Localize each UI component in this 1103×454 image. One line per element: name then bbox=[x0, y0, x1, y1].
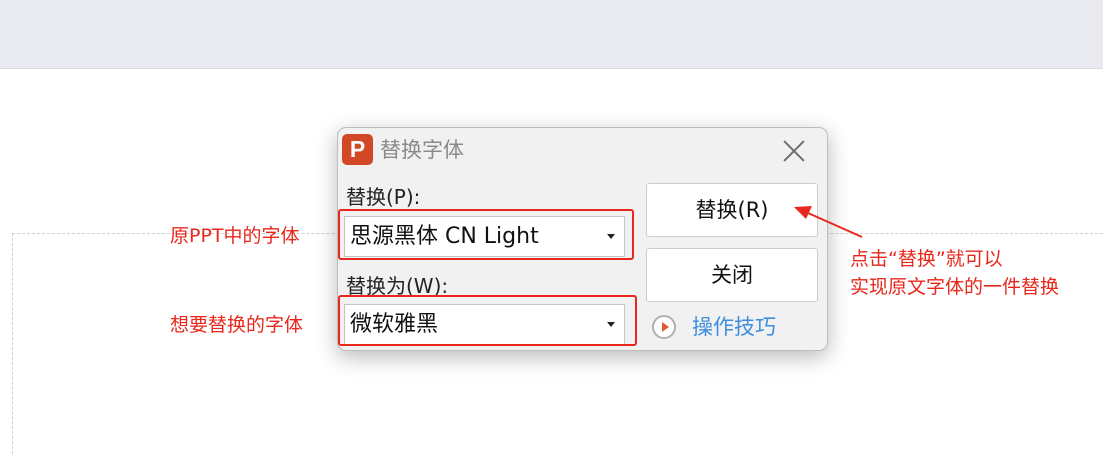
target-font-highlight bbox=[338, 295, 637, 346]
original-font-highlight bbox=[338, 209, 634, 260]
play-circle-icon bbox=[652, 315, 676, 339]
tips-link-label: 操作技巧 bbox=[692, 315, 776, 339]
presentation-app-icon: P bbox=[342, 134, 373, 165]
hint-annotation-line2: 实现原文字体的一件替换 bbox=[850, 276, 1060, 298]
dialog-title: 替换字体 bbox=[380, 138, 464, 162]
close-button[interactable]: 关闭 bbox=[646, 248, 818, 302]
replace-button[interactable]: 替换(R) bbox=[646, 183, 818, 237]
original-font-annotation: 原PPT中的字体 bbox=[170, 225, 300, 247]
top-toolbar-area bbox=[0, 0, 1103, 69]
close-icon[interactable] bbox=[780, 137, 808, 165]
hint-annotation-line1: 点击“替换”就可以 bbox=[850, 248, 1003, 270]
target-font-annotation: 想要替换的字体 bbox=[170, 314, 304, 336]
replace-label: 替换(P): bbox=[346, 185, 421, 209]
